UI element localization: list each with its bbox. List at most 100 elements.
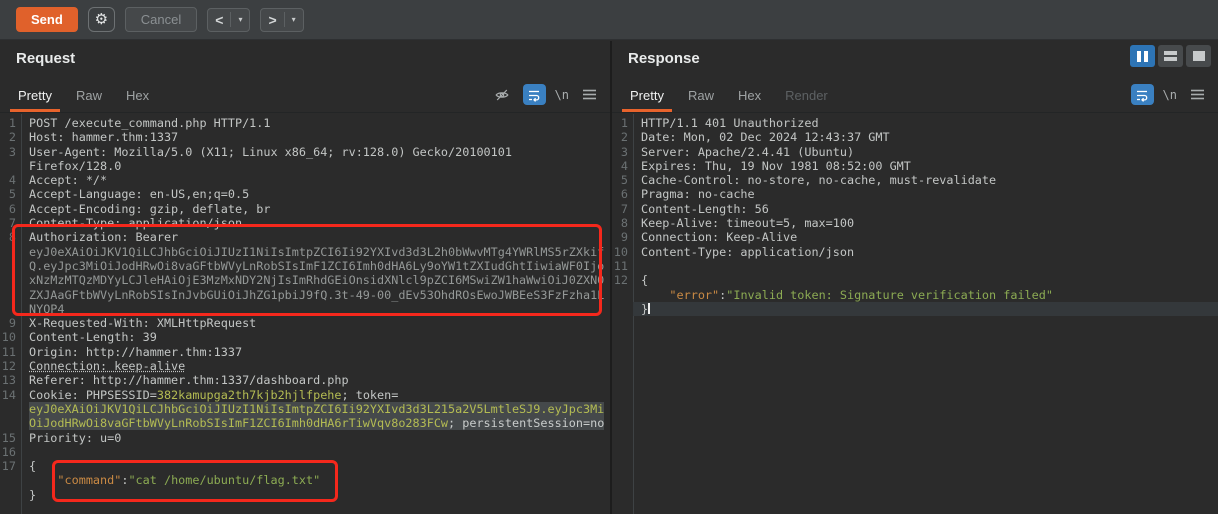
- line-number: [0, 302, 21, 316]
- menu-icon[interactable]: [1186, 84, 1209, 105]
- line-number: 2: [8, 130, 16, 145]
- response-tab-hex[interactable]: Hex: [726, 82, 773, 112]
- line-number: 15: [1, 430, 16, 445]
- button-divider: [283, 12, 285, 27]
- line-number: 8: [8, 230, 16, 245]
- line-number: 1: [620, 116, 628, 130]
- line-content: {: [641, 273, 649, 288]
- line-content: Cache-Control: no-store, no-cache, must-…: [641, 173, 997, 188]
- line-content: Content-Length: 39: [29, 330, 157, 345]
- request-tab-raw[interactable]: Raw: [64, 82, 114, 112]
- newline-toggle-icon[interactable]: \n: [1163, 88, 1177, 102]
- line-content: Content-Type: application/json: [29, 216, 243, 231]
- line-number: [0, 273, 21, 287]
- line-number: [0, 416, 21, 430]
- editor-line: 14 Cookie: PHPSESSID=382kamupga2th7kjb2hj…: [0, 388, 610, 402]
- editor-line: 11: [612, 259, 1218, 273]
- line-number: 13: [1, 373, 16, 388]
- editor-line: 11 Origin: http://hammer.thm:1337: [0, 345, 610, 359]
- line-number: 3: [8, 144, 16, 159]
- layout-rows-button[interactable]: [1158, 45, 1183, 67]
- line-content: Connection: keep-alive: [29, 359, 186, 374]
- line-content: }: [633, 301, 1218, 317]
- line-number: 12: [1, 359, 16, 374]
- editor-line: 8 Authorization: Bearer: [0, 230, 610, 244]
- request-view-icons: \n: [491, 84, 601, 105]
- newline-toggle-icon[interactable]: \n: [555, 88, 569, 102]
- response-tab-pretty[interactable]: Pretty: [618, 82, 676, 112]
- previous-request-button[interactable]: < ▾: [207, 7, 251, 32]
- line-content: "error":"Invalid token: Signature verifi…: [669, 287, 1053, 302]
- request-editor[interactable]: 1 POST /execute_command.php HTTP/1.1 2 Host…: [0, 114, 610, 514]
- editor-line: 2 Host: hammer.thm:1337: [0, 130, 610, 144]
- line-content: xNzMzMTQzMDYyLCJleHAiOjE3MzMxNDY2NjIsImR…: [29, 273, 605, 288]
- line-content: Server: Apache/2.4.41 (Ubuntu): [641, 144, 855, 159]
- request-tab-hex[interactable]: Hex: [114, 82, 161, 112]
- line-number: [0, 159, 21, 173]
- line-content: }: [29, 487, 37, 502]
- layout-toggle-group: [1130, 45, 1211, 67]
- hide-nonprintable-icon[interactable]: [491, 84, 514, 105]
- text-cursor: [648, 302, 651, 314]
- editor-line: 12 {: [612, 273, 1218, 287]
- line-number: 9: [620, 230, 628, 245]
- button-divider: [230, 12, 232, 27]
- response-editor[interactable]: 1 HTTP/1.1 401 Unauthorized 2 Date: Mon, 02…: [612, 114, 1218, 514]
- line-content: HTTP/1.1 401 Unauthorized: [641, 116, 819, 130]
- response-panel: Response Pretty Raw Hex Render \n 1 HTTP…: [612, 41, 1218, 514]
- request-panel-header: Request Pretty Raw Hex \n: [0, 41, 610, 113]
- line-content: Host: hammer.thm:1337: [29, 130, 179, 145]
- editor-line: 3 User-Agent: Mozilla/5.0 (X11; Linux x86…: [0, 145, 610, 159]
- line-content: Expires: Thu, 19 Nov 1981 08:52:00 GMT: [641, 158, 911, 173]
- layout-single-button[interactable]: [1186, 45, 1211, 67]
- repeater-main: Request Pretty Raw Hex \n 1 POST /execut…: [0, 41, 1218, 514]
- editor-line: 16: [0, 445, 610, 459]
- line-number: 4: [620, 158, 628, 173]
- line-content: Pragma: no-cache: [641, 187, 755, 202]
- editor-line: 8 Keep-Alive: timeout=5, max=100: [612, 216, 1218, 230]
- line-content: Content-Length: 56: [641, 201, 769, 216]
- word-wrap-icon[interactable]: [522, 84, 546, 105]
- chevron-down-icon[interactable]: ▾: [238, 15, 242, 24]
- line-number: 12: [613, 273, 628, 288]
- layout-columns-button[interactable]: [1130, 45, 1155, 67]
- line-content: Referer: http://hammer.thm:1337/dashboar…: [29, 373, 349, 388]
- editor-line: eyJ0eXAiOiJKV1QiLCJhbGciOiJIUzI1NiIsImtp…: [0, 245, 610, 259]
- line-number: 5: [620, 173, 628, 188]
- editor-line: 2 Date: Mon, 02 Dec 2024 12:43:37 GMT: [612, 130, 1218, 144]
- line-content: NYQP4: [29, 301, 65, 316]
- request-tab-pretty[interactable]: Pretty: [6, 82, 64, 112]
- editor-line: }: [0, 488, 610, 502]
- send-button[interactable]: Send: [16, 7, 78, 32]
- menu-icon[interactable]: [578, 84, 601, 105]
- line-number: 6: [620, 187, 628, 202]
- line-content: Accept-Language: en-US,en;q=0.5: [29, 187, 250, 202]
- line-content: Origin: http://hammer.thm:1337: [29, 344, 243, 359]
- editor-line: Firefox/128.0: [0, 159, 610, 173]
- line-number: [0, 245, 21, 259]
- line-content: User-Agent: Mozilla/5.0 (X11; Linux x86_…: [29, 144, 512, 159]
- editor-line: ZXJAaGFtbWVyLnRobSIsInJvbGUiOiJhZG1pbiJ9…: [0, 288, 610, 302]
- line-number: 11: [1, 344, 16, 359]
- response-tab-render: Render: [785, 88, 828, 103]
- word-wrap-icon[interactable]: [1130, 84, 1154, 105]
- next-request-button[interactable]: > ▾: [260, 7, 304, 32]
- editor-line: 5 Accept-Language: en-US,en;q=0.5: [0, 187, 610, 201]
- line-number: 16: [1, 444, 16, 459]
- gear-icon[interactable]: ⚙: [87, 7, 115, 32]
- line-content: eyJ0eXAiOiJKV1QiLCJhbGciOiJIUzI1NiIsImtp…: [29, 401, 605, 416]
- cancel-button[interactable]: Cancel: [124, 7, 198, 32]
- editor-line: 1 POST /execute_command.php HTTP/1.1: [0, 116, 610, 130]
- response-tab-raw[interactable]: Raw: [676, 82, 726, 112]
- back-arrow-icon: <: [215, 11, 224, 28]
- line-content: Cookie: PHPSESSID=382kamupga2th7kjb2hjlf…: [29, 387, 399, 402]
- editor-line: 10 Content-Type: application/json: [612, 245, 1218, 259]
- line-content: ZXJAaGFtbWVyLnRobSIsInJvbGUiOiJhZG1pbiJ9…: [29, 287, 605, 302]
- chevron-down-icon[interactable]: ▾: [292, 15, 296, 24]
- line-content: POST /execute_command.php HTTP/1.1: [29, 116, 271, 130]
- line-content: Authorization: Bearer: [29, 230, 179, 245]
- toolbar: Send ⚙ Cancel < ▾ > ▾: [0, 0, 1218, 40]
- editor-line: 5 Cache-Control: no-store, no-cache, must…: [612, 173, 1218, 187]
- line-content: Content-Type: application/json: [641, 244, 855, 259]
- line-number: 1: [8, 116, 16, 130]
